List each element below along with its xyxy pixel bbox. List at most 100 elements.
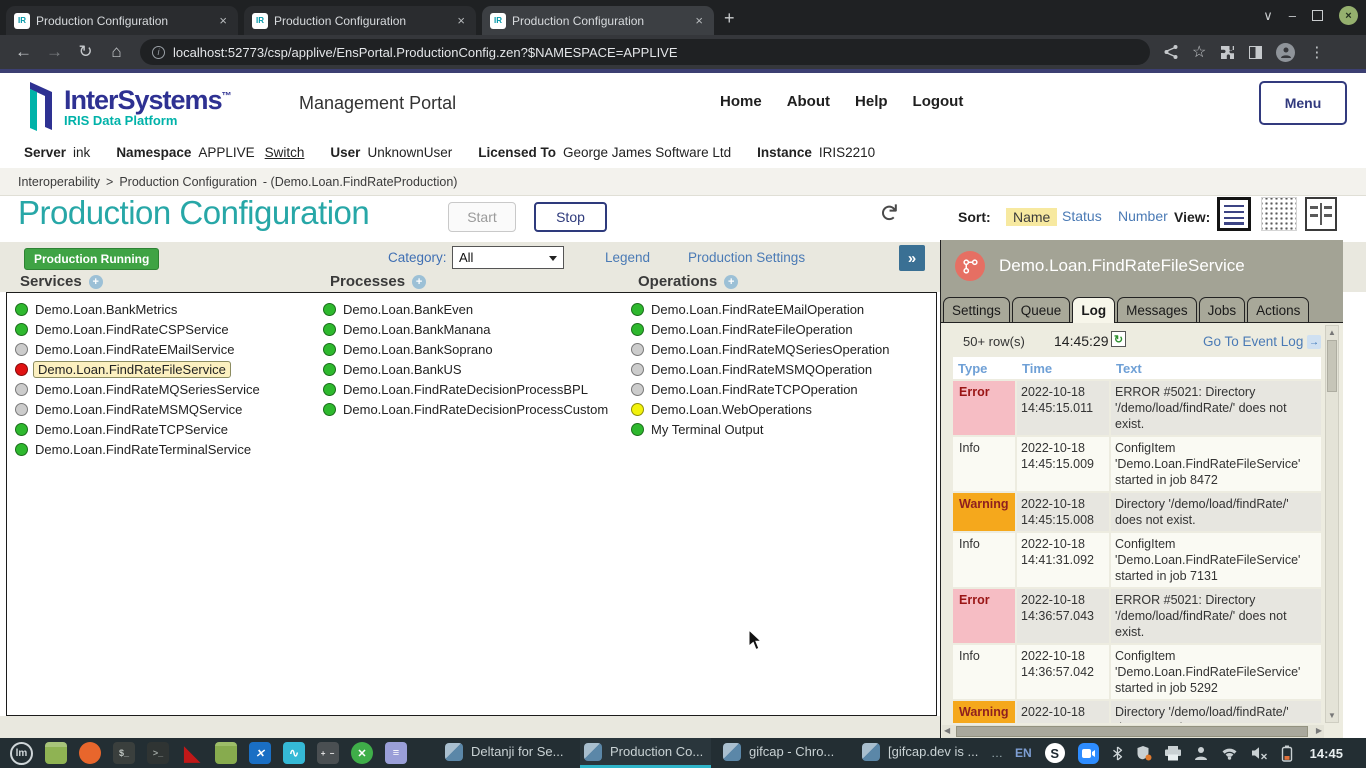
browser-tab-active[interactable]: IR Production Configuration × [482, 6, 714, 35]
tab-settings[interactable]: Settings [943, 297, 1010, 322]
scroll-down-icon[interactable]: ▼ [1326, 711, 1338, 720]
red-app-icon[interactable]: ◣ [181, 742, 203, 764]
printer-icon[interactable] [1165, 746, 1181, 761]
tab-queue[interactable]: Queue [1012, 297, 1071, 322]
log-row[interactable]: Warning 2022-10-1814:36:57.041 Directory… [953, 701, 1321, 723]
component-item-selected[interactable]: Demo.Loan.FindRateFileService [15, 359, 315, 379]
tab-actions[interactable]: Actions [1247, 297, 1309, 322]
horizontal-scrollbar[interactable]: ◀ ▶ [942, 725, 1324, 738]
url-bar[interactable]: i localhost:52773/csp/applive/EnsPortal.… [140, 39, 1150, 65]
component-item[interactable]: Demo.Loan.FindRateDecisionProcessBPL [323, 379, 623, 399]
user-tray-icon[interactable] [1194, 746, 1208, 760]
tab-close-icon[interactable]: × [454, 13, 468, 28]
component-item[interactable]: Demo.Loan.FindRateTCPOperation [631, 379, 931, 399]
tab-close-icon[interactable]: × [216, 13, 230, 28]
component-item[interactable]: Demo.Loan.FindRateEMailService [15, 339, 315, 359]
breadcrumb-root[interactable]: Interoperability [18, 175, 100, 189]
component-item[interactable]: Demo.Loan.FindRateFileOperation [631, 319, 931, 339]
home-icon[interactable]: ⌂ [101, 42, 132, 62]
log-row[interactable]: Info 2022-10-1814:41:31.092 ConfigItem '… [953, 533, 1321, 587]
refresh-spinner-icon[interactable]: ↻ [874, 202, 903, 222]
orange-app-icon[interactable] [79, 742, 101, 764]
component-item[interactable]: Demo.Loan.FindRateMSMQOperation [631, 359, 931, 379]
minimize-button[interactable]: – [1289, 8, 1296, 23]
forward-icon[interactable]: → [39, 42, 70, 62]
menu-button[interactable]: Menu [1259, 81, 1347, 125]
scroll-right-icon[interactable]: ▶ [1316, 726, 1322, 735]
log-row[interactable]: Error 2022-10-1814:45:15.011 ERROR #5021… [953, 381, 1321, 435]
vertical-scroll-thumb[interactable] [1327, 340, 1337, 392]
window-button[interactable]: gifcap - Chro... [719, 738, 850, 768]
component-item[interactable]: Demo.Loan.FindRateTerminalService [15, 439, 315, 459]
component-item[interactable]: Demo.Loan.BankEven [323, 299, 623, 319]
component-item[interactable]: Demo.Loan.FindRateMSMQService [15, 399, 315, 419]
code-app-icon[interactable]: ✕ [249, 742, 271, 764]
nav-home[interactable]: Home [720, 93, 762, 110]
calculator-icon[interactable]: + − [317, 742, 339, 764]
sort-option-status[interactable]: Status [1062, 208, 1102, 224]
expand-panel-button[interactable]: » [899, 245, 925, 271]
browser-menu-icon[interactable]: ⋮ [1309, 43, 1324, 61]
log-row[interactable]: Info 2022-10-1814:36:57.042 ConfigItem '… [953, 645, 1321, 699]
shield-update-icon[interactable] [1136, 745, 1152, 761]
legend-link[interactable]: Legend [605, 250, 650, 265]
bluetooth-icon[interactable] [1112, 746, 1123, 761]
wifi-icon[interactable] [1221, 747, 1238, 760]
start-button[interactable]: Start [448, 202, 516, 232]
view-list-icon[interactable] [1217, 197, 1251, 231]
notes-app-icon[interactable]: ≡ [385, 742, 407, 764]
close-window-button[interactable]: × [1339, 6, 1358, 25]
restore-button[interactable] [1312, 10, 1323, 21]
folder-icon[interactable] [215, 742, 237, 764]
view-split-icon[interactable] [1305, 197, 1337, 231]
log-row[interactable]: Warning 2022-10-1814:45:15.008 Directory… [953, 493, 1321, 531]
view-grid-icon[interactable] [1261, 197, 1297, 231]
component-item[interactable]: My Terminal Output [631, 419, 931, 439]
production-settings-link[interactable]: Production Settings [688, 250, 805, 265]
tab-log[interactable]: Log [1072, 297, 1115, 323]
tab-search-icon[interactable]: ∨ [1263, 8, 1273, 24]
bookmark-star-icon[interactable]: ☆ [1192, 42, 1206, 62]
taskbar-clock[interactable]: 14:45 [1310, 746, 1343, 761]
component-item[interactable]: Demo.Loan.BankMetrics [15, 299, 315, 319]
scroll-up-icon[interactable]: ▲ [1326, 328, 1338, 337]
window-button-active[interactable]: Production Co... [580, 738, 711, 768]
window-button[interactable]: [gifcap.dev is ... [858, 738, 989, 768]
horizontal-scroll-thumb[interactable] [956, 726, 1308, 737]
refresh-log-icon[interactable]: ↻ [1111, 331, 1126, 347]
log-header-type[interactable]: Type [953, 361, 1015, 376]
add-service-icon[interactable]: + [89, 275, 103, 289]
skype-icon[interactable]: S [1045, 743, 1065, 763]
terminal-icon[interactable]: $_ [113, 742, 135, 764]
mint-menu-icon[interactable]: lm [10, 742, 33, 765]
component-item[interactable]: Demo.Loan.FindRateEMailOperation [631, 299, 931, 319]
component-item[interactable]: Demo.Loan.FindRateMQSeriesOperation [631, 339, 931, 359]
log-header-time[interactable]: Time [1017, 361, 1109, 376]
tab-jobs[interactable]: Jobs [1199, 297, 1246, 322]
event-log-arrow-icon[interactable]: → [1307, 335, 1321, 349]
terminal-icon-2[interactable]: >_ [147, 742, 169, 764]
spreadsheet-app-icon[interactable]: ✕ [351, 742, 373, 764]
browser-tab[interactable]: IR Production Configuration × [6, 6, 238, 35]
go-to-event-log-link[interactable]: Go To Event Log [1203, 334, 1303, 349]
battery-icon[interactable] [1281, 745, 1293, 762]
new-tab-button[interactable]: + [724, 8, 735, 35]
profile-avatar[interactable] [1276, 43, 1295, 62]
tab-close-icon[interactable]: × [692, 13, 706, 28]
nav-about[interactable]: About [787, 93, 830, 110]
component-item[interactable]: Demo.Loan.BankManana [323, 319, 623, 339]
component-item[interactable]: Demo.Loan.BankUS [323, 359, 623, 379]
category-select[interactable]: All [452, 246, 564, 269]
sort-option-name[interactable]: Name [1006, 208, 1057, 226]
share-icon[interactable] [1164, 44, 1178, 60]
site-info-icon[interactable]: i [152, 46, 165, 59]
sort-option-number[interactable]: Number [1118, 208, 1168, 224]
back-icon[interactable]: ← [8, 42, 39, 62]
volume-muted-icon[interactable] [1251, 746, 1268, 760]
component-item[interactable]: Demo.Loan.FindRateTCPService [15, 419, 315, 439]
log-header-text[interactable]: Text [1111, 361, 1321, 376]
nav-logout[interactable]: Logout [913, 93, 964, 110]
nav-help[interactable]: Help [855, 93, 888, 110]
extensions-icon[interactable] [1220, 45, 1235, 60]
reload-icon[interactable]: ↻ [70, 42, 101, 62]
